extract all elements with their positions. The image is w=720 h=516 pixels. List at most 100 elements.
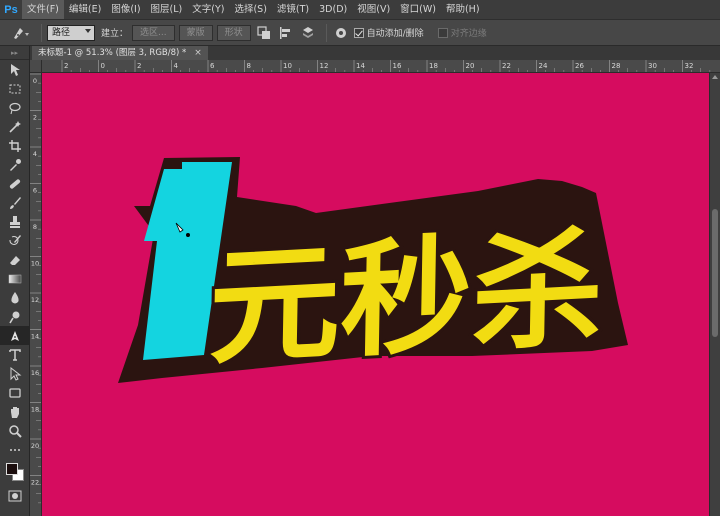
menu-type[interactable]: 文字(Y) (187, 0, 229, 19)
ellipsis-icon (10, 448, 20, 451)
options-separator (41, 23, 42, 42)
stamp-icon (10, 215, 20, 228)
ruler-label: 10 (283, 62, 292, 70)
ruler-label: 20 (31, 442, 39, 450)
vertical-scrollbar[interactable] (709, 73, 720, 516)
options-separator-2 (325, 23, 327, 42)
ruler-label: 18 (429, 62, 438, 70)
auto-add-delete-checkbox[interactable] (353, 27, 364, 38)
eyedropper-tool[interactable] (0, 155, 30, 174)
ruler-label: 10 (31, 260, 39, 268)
menu-bar: Ps 文件(F) 编辑(E) 图像(I) 图层(L) 文字(Y) 选择(S) 滤… (0, 0, 720, 19)
eyedropper-icon (10, 158, 21, 171)
ruler-label: 14 (356, 62, 365, 70)
make-shape-button[interactable]: 形状 (216, 24, 251, 41)
geometry-options-button[interactable] (332, 24, 350, 42)
horizontal-ruler[interactable]: 2 0 2 4 6 8 10 12 14 16 18 20 22 24 26 28 30 32 (42, 60, 720, 73)
gradient-tool[interactable] (0, 269, 30, 288)
ruler-label: 0 (33, 77, 37, 85)
menu-filter[interactable]: 滤镜(T) (272, 0, 314, 19)
document-tab[interactable]: 未标题-1 @ 51.3% (图层 3, RGB/8) * × (32, 46, 208, 60)
pen-tool[interactable] (0, 326, 30, 345)
history-brush-tool[interactable] (0, 231, 30, 250)
close-tab-icon[interactable]: × (194, 46, 202, 60)
ruler-label: 14 (31, 333, 39, 341)
history-brush-icon (9, 234, 21, 245)
menu-view[interactable]: 视图(V) (352, 0, 395, 19)
ruler-label: 2 (64, 62, 68, 70)
menu-3d[interactable]: 3D(D) (314, 0, 352, 19)
crop-tool[interactable] (0, 136, 30, 155)
foreground-color-swatch[interactable] (6, 463, 18, 475)
document-tab-bar: 未标题-1 @ 51.3% (图层 3, RGB/8) * × (30, 46, 720, 60)
menu-help[interactable]: 帮助(H) (441, 0, 485, 19)
pen-tool-icon (14, 27, 29, 39)
quick-mask-icon (8, 490, 22, 502)
path-arrangement-button[interactable] (299, 24, 317, 42)
gradient-icon (8, 274, 22, 283)
path-alignment-button[interactable] (277, 24, 295, 42)
path-arrangement-icon (302, 26, 313, 38)
type-tool[interactable] (0, 345, 30, 364)
bandage-icon (9, 178, 21, 189)
options-bar: 路径 建立： 选区... 蒙版 形状 自动添加/删除 对齐边缘 (0, 19, 720, 46)
scroll-up-arrow-icon[interactable] (712, 75, 718, 79)
app-logo: Ps (4, 3, 18, 16)
ruler-label: 0 (101, 62, 105, 70)
ruler-origin[interactable] (30, 60, 42, 73)
healing-brush-tool[interactable] (0, 174, 30, 193)
menu-image[interactable]: 图像(I) (106, 0, 145, 19)
tool-preset-picker[interactable] (6, 23, 36, 43)
make-mask-button[interactable]: 蒙版 (178, 24, 213, 41)
crop-icon (9, 139, 21, 152)
move-arrow-icon (11, 63, 20, 76)
vertical-ruler[interactable]: 0 2 4 6 8 10 12 14 16 18 20 22 (30, 60, 42, 516)
document-canvas[interactable]: 元秒杀 (42, 73, 709, 516)
menu-edit[interactable]: 编辑(E) (64, 0, 106, 19)
rectangle-shape-icon (9, 387, 21, 398)
eraser-tool[interactable] (0, 250, 30, 269)
move-tool[interactable] (0, 60, 30, 79)
ruler-label: 22 (31, 479, 39, 487)
ruler-label: 4 (174, 62, 179, 70)
path-operations-button[interactable] (255, 24, 273, 42)
ruler-label: 8 (247, 62, 251, 70)
hand-tool[interactable] (0, 402, 30, 421)
magnifier-icon (9, 424, 22, 438)
align-edges-checkbox[interactable] (437, 27, 448, 38)
pen-mode-select[interactable]: 路径 (47, 24, 95, 41)
brush-tool[interactable] (0, 193, 30, 212)
menu-select[interactable]: 选择(S) (229, 0, 271, 19)
ruler-label: 2 (33, 114, 37, 122)
path-alignment-icon (279, 26, 290, 39)
marquee-tool[interactable] (0, 79, 30, 98)
type-t-icon (9, 348, 21, 361)
menu-file[interactable]: 文件(F) (22, 0, 64, 19)
zoom-tool[interactable] (0, 421, 30, 440)
menu-window[interactable]: 窗口(W) (395, 0, 441, 19)
menu-layer[interactable]: 图层(L) (146, 0, 188, 19)
hand-icon (11, 406, 19, 418)
ruler-label: 8 (33, 223, 37, 231)
vertical-scrollbar-thumb[interactable] (712, 209, 718, 337)
lasso-tool[interactable] (0, 98, 30, 117)
color-swatches[interactable] (0, 459, 30, 487)
more-tools-button[interactable] (0, 440, 30, 459)
gear-icon (335, 27, 346, 38)
quick-selection-tool[interactable] (0, 117, 30, 136)
droplet-icon (11, 291, 19, 303)
clone-stamp-tool[interactable] (0, 212, 30, 231)
quick-mask-button[interactable] (0, 487, 30, 505)
ruler-label: 2 (137, 62, 141, 70)
marquee-icon (9, 84, 21, 93)
path-selection-tool[interactable] (0, 364, 30, 383)
build-label: 建立： (101, 29, 129, 39)
ruler-label: 6 (33, 187, 37, 195)
toolbar-collapse-handle[interactable]: ▸▸ (0, 46, 29, 60)
shape-tool[interactable] (0, 383, 30, 402)
make-selection-button[interactable]: 选区... (132, 24, 175, 41)
headline-text: 元秒杀 (208, 214, 605, 382)
blur-tool[interactable] (0, 288, 30, 307)
dodge-tool[interactable] (0, 307, 30, 326)
ruler-label: 12 (31, 296, 39, 304)
